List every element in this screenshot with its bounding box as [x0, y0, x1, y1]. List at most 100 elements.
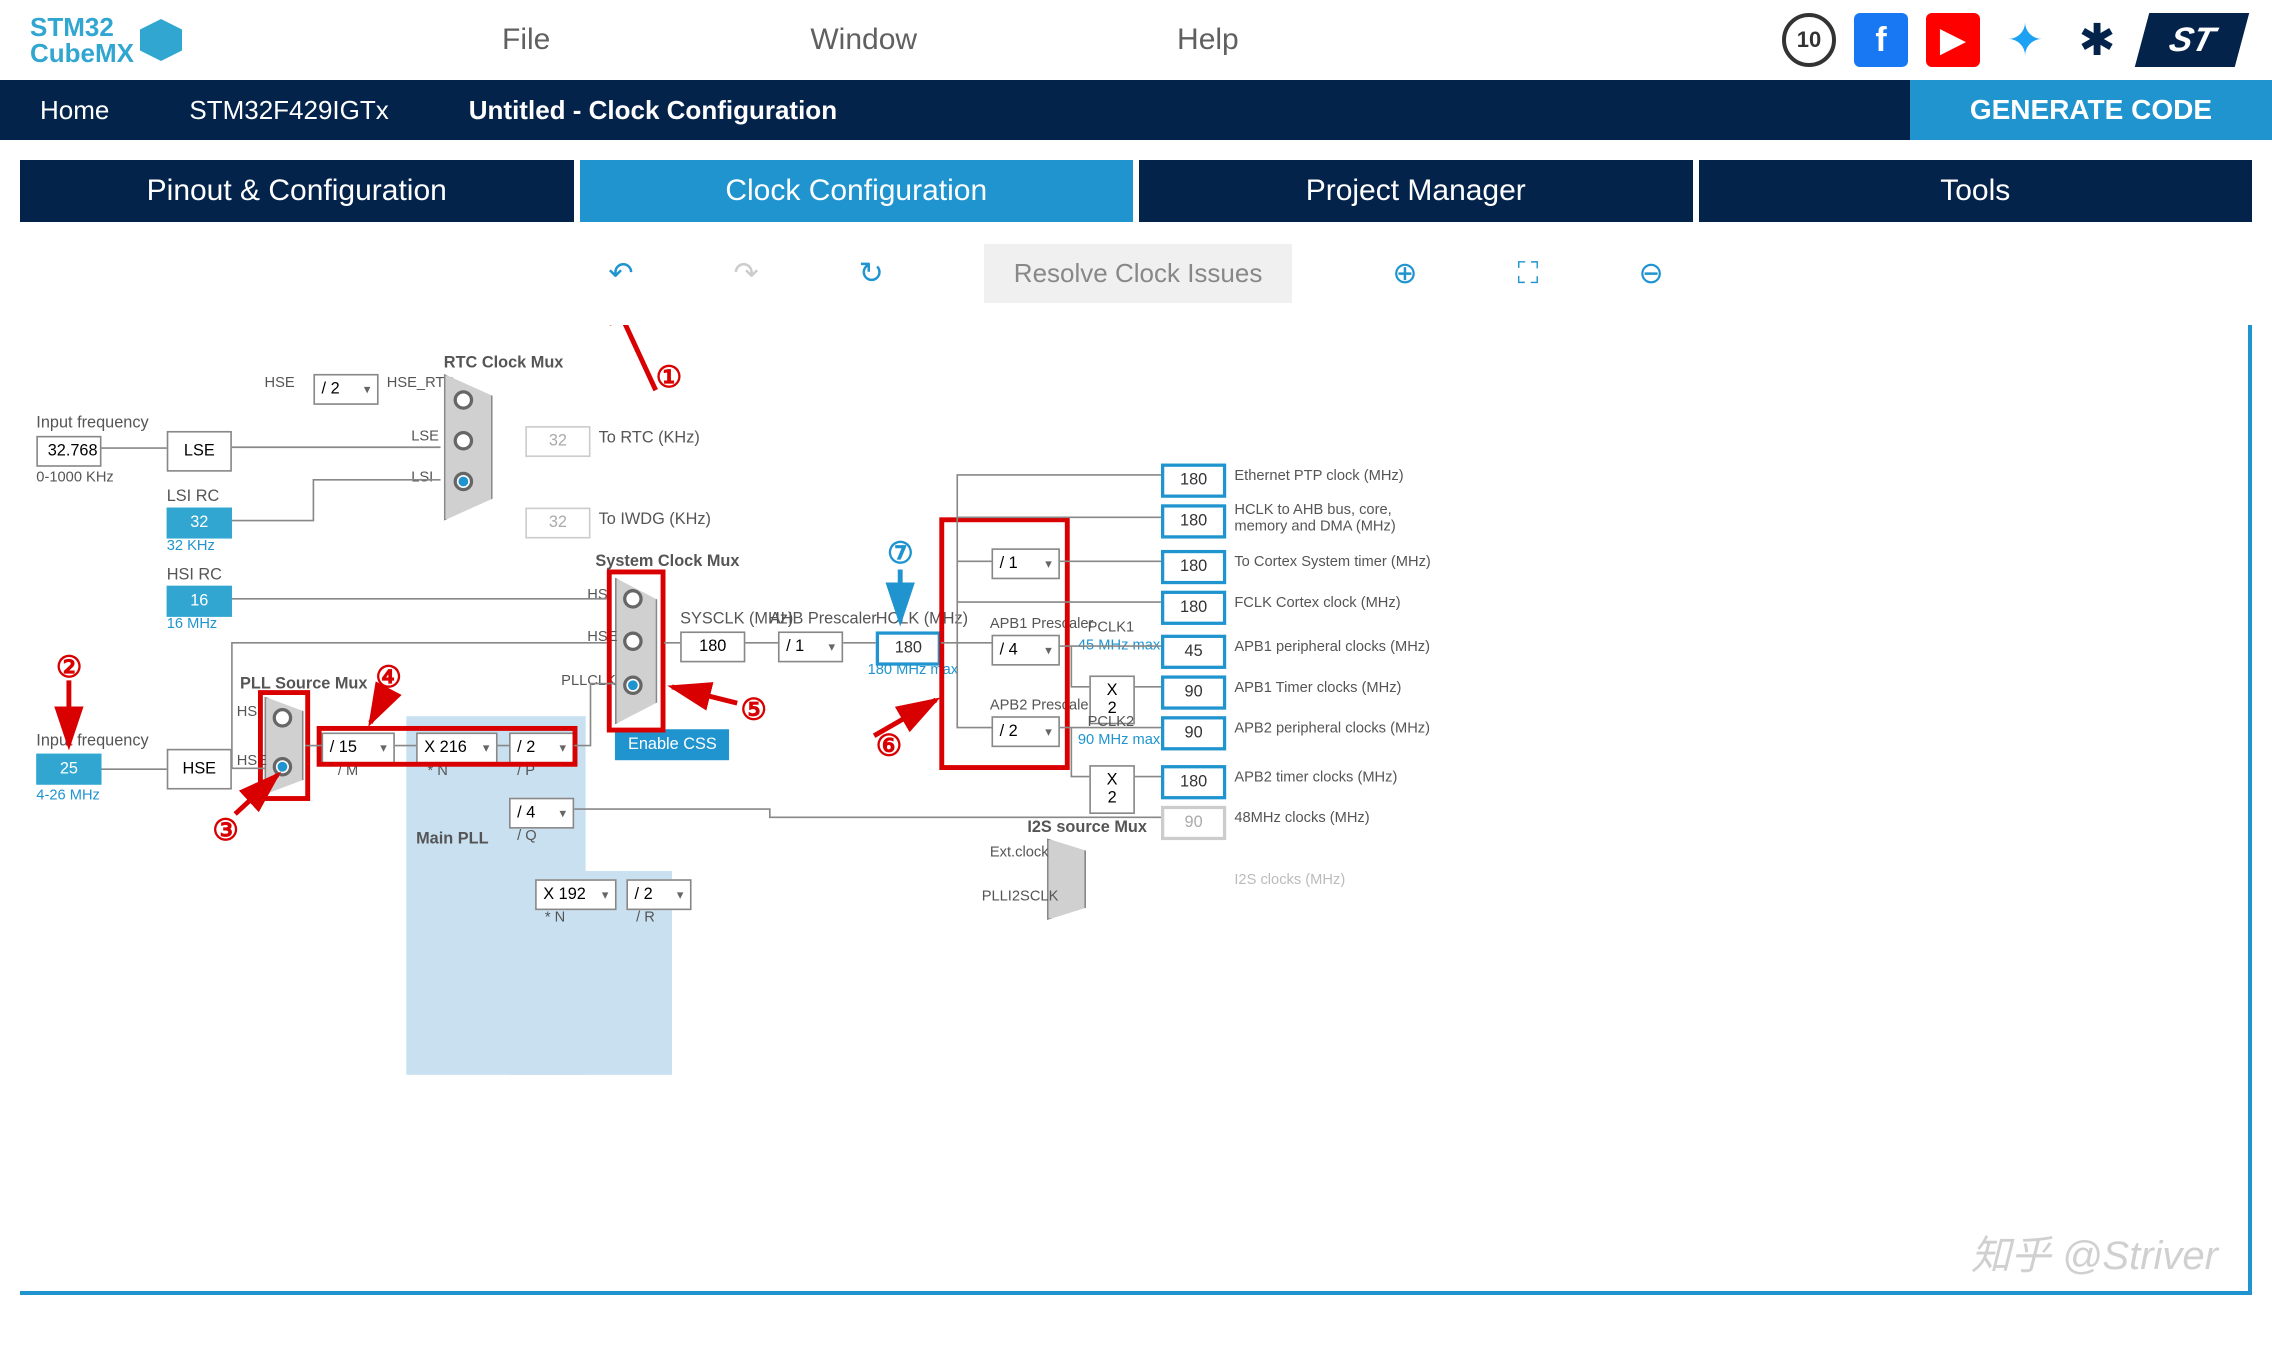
- lsi-rc-label: LSI RC: [167, 488, 220, 506]
- i2s-mux[interactable]: [1047, 838, 1086, 920]
- apb2-lbl-t: APB2 Prescaler: [990, 697, 1094, 713]
- i2s-mux-lbl: I2S source Mux: [1027, 819, 1147, 837]
- apb2-prescaler[interactable]: / 2: [991, 716, 1059, 747]
- rtc-radio-lse[interactable]: [454, 431, 474, 451]
- apb2-x2: X 2: [1089, 765, 1135, 814]
- pll-n-lbl: * N: [428, 762, 448, 778]
- lse-block: LSE: [167, 431, 232, 472]
- out-apb2t-l: APB2 timer clocks (MHz): [1234, 768, 1397, 784]
- iwdg-out: 32: [525, 508, 590, 539]
- lse-range: 0-1000 KHz: [36, 468, 113, 484]
- clock-toolbar: ↶ ↷ ↻ Resolve Clock Issues ⊕ ⛶ ⊖: [0, 222, 2272, 325]
- tab-clock[interactable]: Clock Configuration: [580, 160, 1134, 222]
- out-ahbbus: 180: [1161, 504, 1226, 538]
- out-apb1t-l: APB1 Timer clocks (MHz): [1234, 679, 1401, 695]
- out-fclk: 180: [1161, 591, 1226, 625]
- crumb-chip[interactable]: STM32F429IGTx: [149, 80, 428, 140]
- tab-pinout[interactable]: Pinout & Configuration: [20, 160, 574, 222]
- plli2sclk: PLLI2SCLK: [982, 887, 1059, 903]
- sys-mux-label: System Clock Mux: [595, 553, 739, 571]
- main-menu: File Window Help: [502, 23, 1239, 57]
- hse-rtc-div[interactable]: / 2: [313, 374, 378, 405]
- menu-file[interactable]: File: [502, 23, 550, 57]
- sys-radio-hse[interactable]: [623, 631, 643, 651]
- apb1-lbl-t: APB1 Prescaler: [990, 615, 1094, 631]
- lse-small: LSE: [411, 428, 439, 444]
- out-eth: 180: [1161, 464, 1226, 498]
- rtc-mux-label: RTC Clock Mux: [444, 354, 564, 372]
- sys-hsi: HSI: [587, 586, 611, 602]
- clock-canvas[interactable]: Input frequency 32.768 0-1000 KHz LSE LS…: [20, 325, 2252, 1295]
- hclk-lbl: HCLK (MHz): [876, 610, 968, 628]
- pll-n[interactable]: X 216: [416, 733, 498, 764]
- cube-icon: [140, 19, 182, 61]
- fullscreen-icon[interactable]: ⛶: [1517, 257, 1538, 291]
- sys-radio-hsi[interactable]: [623, 589, 643, 609]
- annot-3: ③: [212, 814, 238, 848]
- hsi-hz: 16 MHz: [167, 615, 218, 631]
- sys-pllclk: PLLCLK: [561, 672, 616, 688]
- annot-6: ⑥: [876, 729, 902, 763]
- pll-p[interactable]: / 2: [509, 733, 574, 764]
- hse-freq-value[interactable]: 25: [36, 754, 101, 785]
- plli2s-n[interactable]: X 192: [535, 879, 617, 910]
- tab-tools[interactable]: Tools: [1699, 160, 2253, 222]
- st-logo-icon: ST: [2135, 13, 2249, 67]
- generate-code-button[interactable]: GENERATE CODE: [1910, 80, 2272, 140]
- plli2s-p[interactable]: / 2: [626, 879, 691, 910]
- crumb-home[interactable]: Home: [0, 80, 149, 140]
- zoom-in-icon[interactable]: ⊕: [1392, 256, 1417, 291]
- out-cortex: 180: [1161, 550, 1226, 584]
- lse-freq-value[interactable]: 32.768: [36, 436, 101, 467]
- lsi-value: 32: [167, 508, 232, 539]
- out-cortex-l: To Cortex System timer (MHz): [1234, 553, 1430, 569]
- ahb-prescaler[interactable]: / 1: [778, 631, 843, 662]
- community-icon[interactable]: ✱: [2070, 13, 2124, 67]
- pll-m-lbl: / M: [338, 762, 358, 778]
- zoom-out-icon[interactable]: ⊖: [1638, 256, 1663, 291]
- app-logo: STM32CubeMX: [30, 14, 182, 66]
- redo-icon[interactable]: ↷: [734, 256, 759, 291]
- rtc-out-lbl: To RTC (KHz): [599, 429, 700, 447]
- tab-project[interactable]: Project Manager: [1139, 160, 1693, 222]
- annot-5: ⑤: [740, 693, 766, 727]
- hse-small: HSE: [265, 374, 295, 390]
- annot-1: ①: [656, 361, 682, 395]
- rtc-out: 32: [525, 426, 590, 457]
- resolve-clock-button[interactable]: Resolve Clock Issues: [984, 244, 1293, 303]
- pll-q[interactable]: / 4: [509, 798, 574, 829]
- out-apb1t: 90: [1161, 675, 1226, 709]
- menu-window[interactable]: Window: [810, 23, 917, 57]
- apb1-prescaler[interactable]: / 4: [991, 635, 1059, 666]
- plli2s-n-lbl: * N: [545, 909, 565, 925]
- youtube-icon[interactable]: ▶: [1926, 13, 1980, 67]
- menu-help[interactable]: Help: [1177, 23, 1239, 57]
- pclk2-lbl: PCLK2: [1088, 713, 1135, 729]
- undo-icon[interactable]: ↶: [608, 256, 633, 291]
- sysclk-val: 180: [680, 631, 745, 662]
- hclk-max: 180 MHz max: [868, 661, 959, 677]
- main-pll-lbl: Main PLL: [416, 830, 488, 848]
- cortex-div[interactable]: / 1: [991, 548, 1059, 579]
- rtc-radio-lsi[interactable]: [454, 472, 474, 492]
- pclk1-max: 45 MHz max: [1078, 636, 1160, 652]
- pll-radio-hsi[interactable]: [273, 708, 293, 728]
- twitter-icon[interactable]: ✦: [1998, 13, 2052, 67]
- watermark: 知乎 @Striver: [1971, 1223, 2218, 1281]
- enable-css-button[interactable]: Enable CSS: [615, 729, 730, 760]
- facebook-icon[interactable]: f: [1854, 13, 1908, 67]
- top-bar: STM32CubeMX File Window Help 10 f ▶ ✦ ✱ …: [0, 0, 2272, 80]
- hse-range: 4-26 MHz: [36, 786, 100, 802]
- out-i2s-l: I2S clocks (MHz): [1234, 871, 1345, 887]
- breadcrumb: Home STM32F429IGTx Untitled - Clock Conf…: [0, 80, 2272, 140]
- out-ahbbus-l: HCLK to AHB bus, core, memory and DMA (M…: [1234, 501, 1430, 534]
- pll-m[interactable]: / 15: [322, 733, 395, 764]
- out-apb1p-l: APB1 peripheral clocks (MHz): [1234, 638, 1430, 654]
- pll-hse-s: HSE: [237, 752, 267, 768]
- out-apb2t: 180: [1161, 765, 1226, 799]
- refresh-icon[interactable]: ↻: [859, 256, 884, 291]
- lsi-hz: 32 KHz: [167, 537, 215, 553]
- sys-radio-pll[interactable]: [623, 675, 643, 695]
- pll-radio-hse[interactable]: [273, 757, 293, 777]
- rtc-radio-hse[interactable]: [454, 390, 474, 410]
